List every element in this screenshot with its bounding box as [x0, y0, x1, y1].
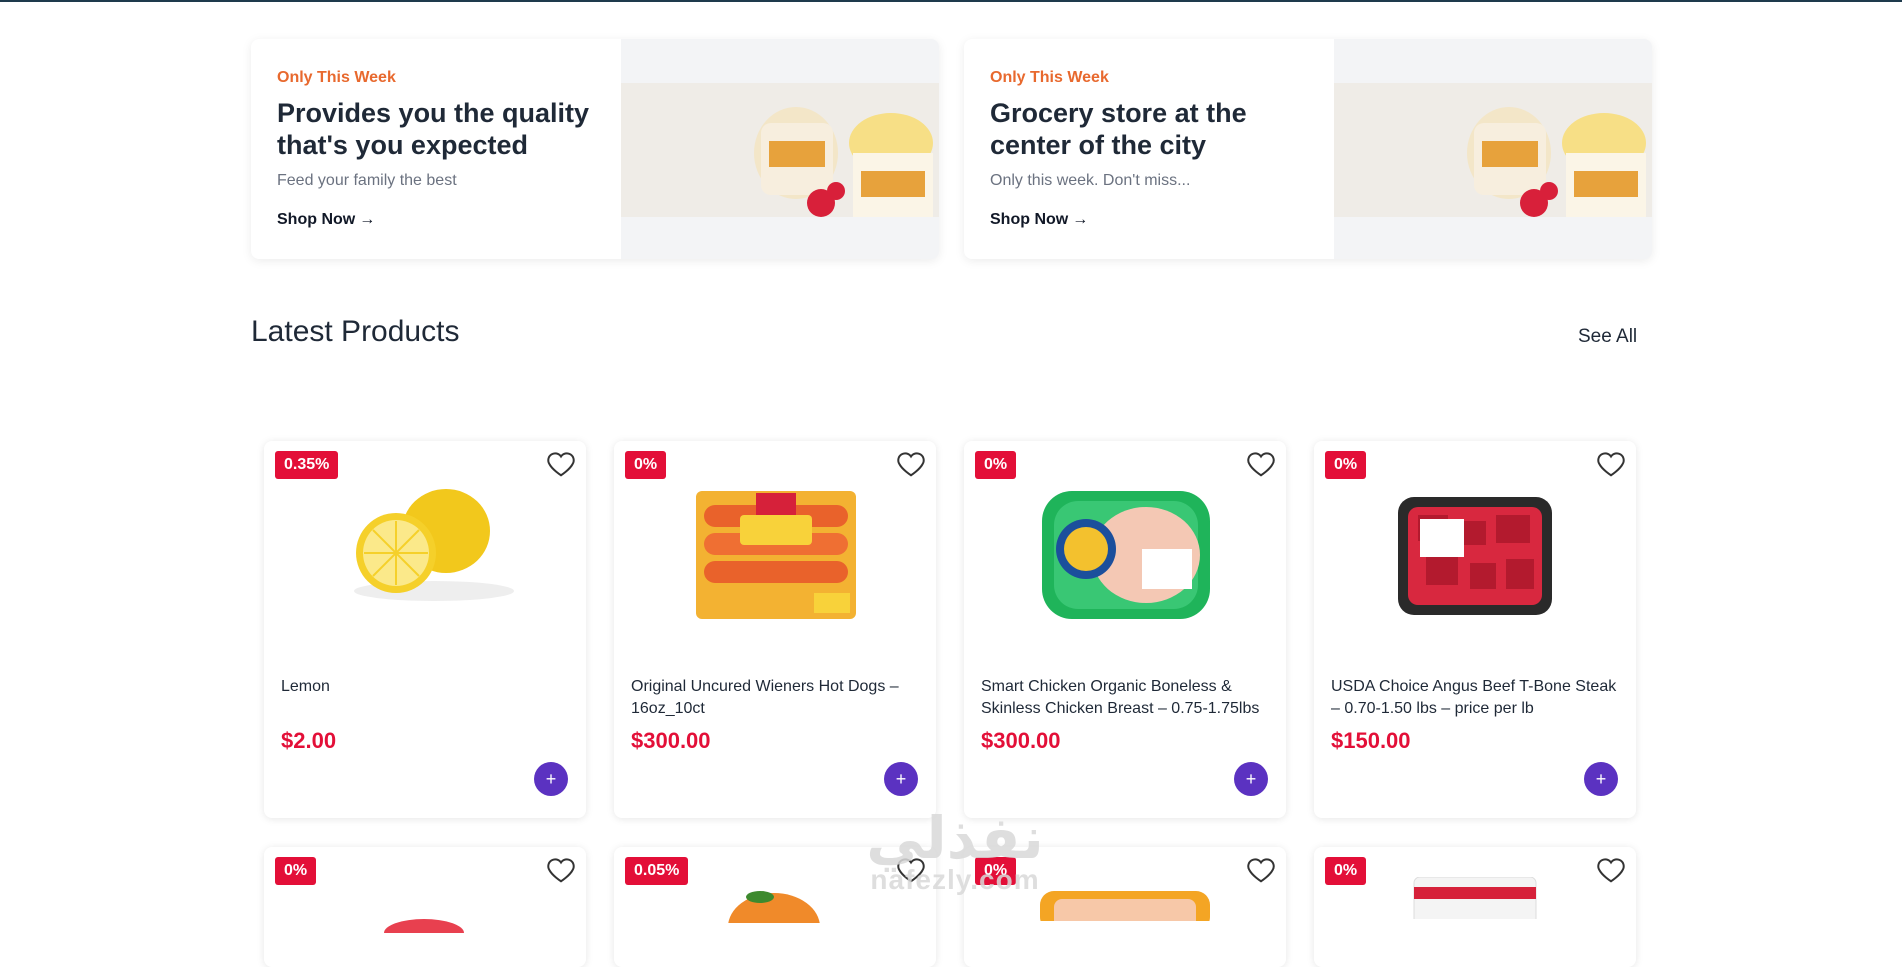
- product-image-beef: [1398, 497, 1552, 615]
- product-image-partial: [1040, 891, 1210, 921]
- top-border: [0, 0, 1902, 2]
- promo-text-block: Only This Week Provides you the quality …: [251, 39, 621, 259]
- add-to-cart-button[interactable]: +: [884, 762, 918, 796]
- discount-badge: 0.05%: [625, 857, 689, 885]
- product-card[interactable]: 0%: [264, 847, 586, 967]
- heart-icon[interactable]: [546, 449, 576, 479]
- plus-icon: +: [1595, 769, 1607, 789]
- product-image-partial: [384, 919, 464, 933]
- promo-subtitle: Only this week. Don't miss...: [990, 172, 1191, 189]
- watermark-latin: nafezly.com: [870, 864, 1040, 895]
- promo-image-ice-cream: [621, 83, 939, 217]
- discount-badge: 0%: [1325, 451, 1367, 479]
- arrow-right-icon: →: [1072, 211, 1089, 228]
- discount-badge: 0%: [275, 857, 317, 885]
- watermark: نفذلي nafezly.com: [845, 808, 1065, 896]
- product-name[interactable]: Lemon: [281, 676, 576, 698]
- discount-badge: 0%: [625, 451, 667, 479]
- latest-products-title: Latest Products: [251, 315, 460, 348]
- product-image-peach: [728, 891, 820, 923]
- discount-badge: 0%: [1325, 857, 1367, 885]
- product-name[interactable]: Smart Chicken Organic Boneless & Skinles…: [981, 676, 1276, 720]
- plus-icon: +: [1245, 769, 1257, 789]
- heart-icon[interactable]: [1596, 449, 1626, 479]
- plus-icon: +: [895, 769, 907, 789]
- product-card[interactable]: 0% Original Uncured Wieners Hot Dogs – 1…: [614, 441, 936, 818]
- product-price: $150.00: [1331, 728, 1411, 753]
- product-card[interactable]: 0% USDA Choice Angus Beef T-Bone Steak –…: [1314, 441, 1636, 818]
- product-price: $2.00: [281, 728, 337, 753]
- watermark-arabic: نفذلي: [866, 804, 1044, 872]
- promo-title: Provides you the quality that's you expe…: [277, 98, 590, 160]
- product-card[interactable]: 0%: [1314, 847, 1636, 967]
- product-price: $300.00: [631, 728, 711, 753]
- product-image-chicken: [1042, 491, 1210, 619]
- add-to-cart-button[interactable]: +: [1584, 762, 1618, 796]
- see-all-link[interactable]: See All: [1578, 326, 1637, 348]
- product-image-container: [1413, 877, 1537, 919]
- heart-icon[interactable]: [546, 855, 576, 885]
- plus-icon: +: [545, 769, 557, 789]
- product-name[interactable]: USDA Choice Angus Beef T-Bone Steak – 0.…: [1331, 676, 1626, 720]
- product-image-hot-dogs: [696, 491, 856, 619]
- promo-image-ice-cream: [1334, 83, 1652, 217]
- product-price: $300.00: [981, 728, 1061, 753]
- product-card[interactable]: 0.35% Lemon $2.00 +: [264, 441, 586, 818]
- heart-icon[interactable]: [1246, 449, 1276, 479]
- product-image-lemon: [354, 489, 514, 601]
- promo-subtitle: Feed your family the best: [277, 172, 457, 189]
- promo-eyebrow: Only This Week: [990, 69, 1109, 86]
- shop-now-link[interactable]: Shop Now →: [990, 211, 1088, 229]
- heart-icon[interactable]: [1596, 855, 1626, 885]
- product-card[interactable]: 0% Smart Chicken Organic Boneless & Skin…: [964, 441, 1286, 818]
- heart-icon[interactable]: [896, 449, 926, 479]
- promo-title: Grocery store at the center of the city: [990, 98, 1247, 160]
- shop-now-link[interactable]: Shop Now →: [277, 211, 375, 229]
- shop-now-label: Shop Now: [277, 211, 356, 228]
- heart-icon[interactable]: [1246, 855, 1276, 885]
- arrow-right-icon: →: [359, 211, 376, 228]
- product-name[interactable]: Original Uncured Wieners Hot Dogs – 16oz…: [631, 676, 926, 720]
- shop-now-label: Shop Now: [990, 211, 1069, 228]
- add-to-cart-button[interactable]: +: [534, 762, 568, 796]
- promo-banner-1: Only This Week Provides you the quality …: [251, 39, 939, 259]
- add-to-cart-button[interactable]: +: [1234, 762, 1268, 796]
- promo-eyebrow: Only This Week: [277, 69, 396, 86]
- promo-text-block: Only This Week Grocery store at the cent…: [964, 39, 1334, 259]
- discount-badge: 0%: [975, 451, 1017, 479]
- promo-banner-2: Only This Week Grocery store at the cent…: [964, 39, 1652, 259]
